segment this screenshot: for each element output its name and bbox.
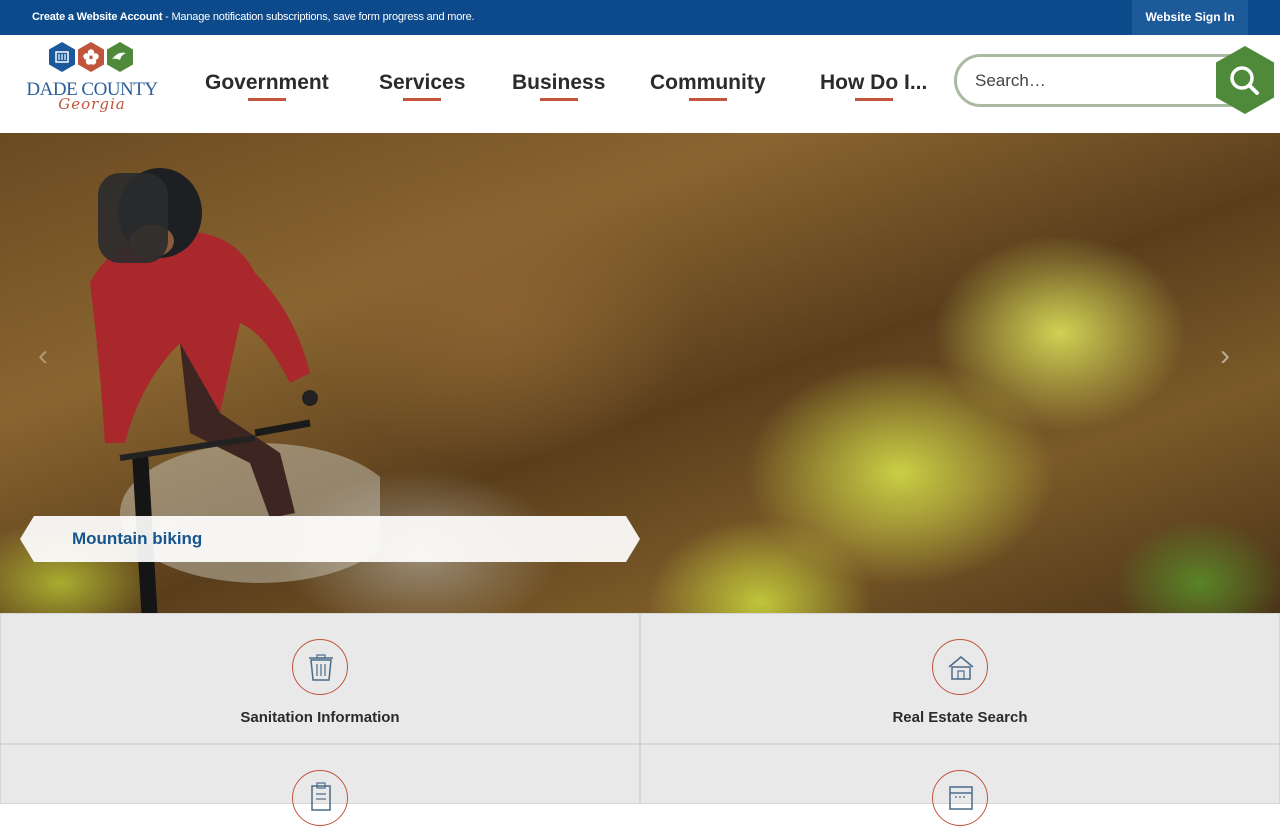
icon-circle	[932, 639, 988, 695]
nav-services[interactable]: Services	[379, 71, 466, 101]
slide-caption-text: Mountain biking	[72, 529, 203, 548]
chevron-left-icon[interactable]: ‹	[38, 339, 48, 373]
slide-caption: Mountain biking	[20, 516, 640, 562]
logo-hex-icons	[49, 42, 133, 72]
top-utility-bar: Create a Website Account - Manage notifi…	[0, 0, 1280, 35]
icon-circle	[932, 770, 988, 826]
nav-underline	[539, 98, 578, 101]
icon-circle	[292, 770, 348, 826]
nav-underline	[854, 98, 893, 101]
nav-underline	[688, 98, 727, 101]
sign-in-button[interactable]: Website Sign In	[1132, 0, 1248, 35]
logo-state-name: Georgia	[58, 95, 126, 113]
nav-services-label: Services	[379, 71, 466, 94]
nav-business[interactable]: Business	[512, 71, 606, 101]
site-header: DADE COUNTY Georgia Government Services …	[0, 35, 1280, 133]
quick-link-real-estate[interactable]: Real Estate Search	[640, 613, 1280, 744]
nav-business-label: Business	[512, 71, 606, 94]
create-account-link[interactable]: Create a Website Account	[32, 11, 162, 23]
house-icon	[948, 655, 974, 680]
trash-can-icon	[309, 654, 333, 681]
quick-link-label: Sanitation Information	[240, 709, 400, 726]
quick-link-sanitation[interactable]: Sanitation Information	[0, 613, 640, 744]
nav-how-do-i[interactable]: How Do I...	[820, 71, 928, 101]
calendar-icon	[949, 786, 973, 810]
account-banner: Create a Website Account - Manage notifi…	[32, 11, 475, 23]
search-button[interactable]	[1214, 45, 1276, 115]
chevron-right-icon[interactable]: ›	[1220, 339, 1230, 373]
hero-slideshow[interactable]: ‹ › Mountain biking	[0, 133, 1280, 613]
nav-community-label: Community	[650, 71, 766, 94]
quick-link-tile[interactable]	[0, 744, 640, 826]
icon-circle	[292, 639, 348, 695]
nav-government-label: Government	[205, 71, 329, 94]
account-banner-description: - Manage notification subscriptions, sav…	[162, 11, 475, 23]
quick-links: Sanitation Information Real Estate Searc…	[0, 613, 1280, 826]
nav-underline	[403, 98, 442, 101]
search-input[interactable]	[975, 69, 1205, 93]
county-logo[interactable]: DADE COUNTY Georgia	[26, 41, 158, 121]
quick-link-label: Real Estate Search	[892, 709, 1028, 726]
nav-underline	[247, 98, 286, 101]
clipboard-icon	[311, 782, 331, 811]
nav-government[interactable]: Government	[205, 71, 329, 101]
quick-link-tile[interactable]	[640, 744, 1280, 826]
search-box	[954, 54, 1254, 107]
nav-how-do-i-label: How Do I...	[820, 71, 928, 94]
nav-community[interactable]: Community	[650, 71, 766, 101]
